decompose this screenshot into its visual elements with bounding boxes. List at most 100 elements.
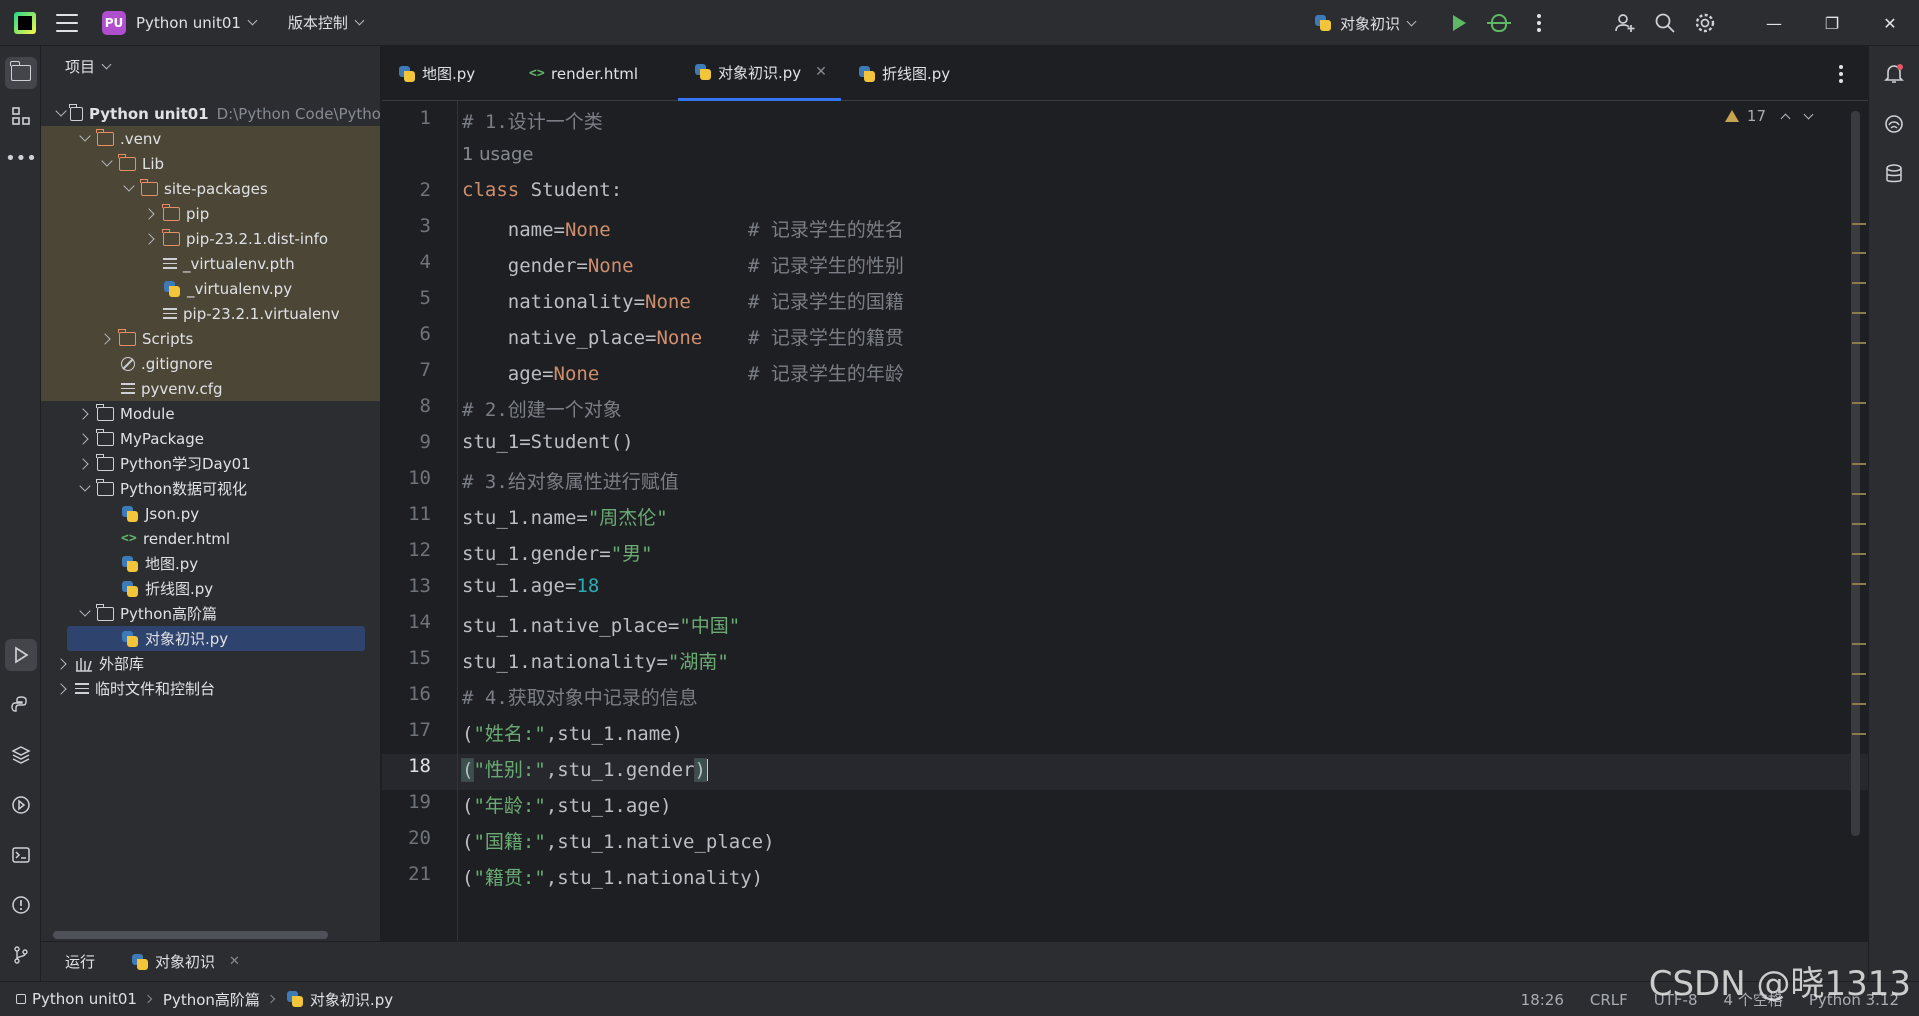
tab-options-button[interactable] [1839, 46, 1843, 101]
horizontal-scrollbar[interactable] [53, 931, 328, 939]
tree-item-lib[interactable]: Lib [41, 151, 380, 176]
tree-item-module[interactable]: Module [41, 401, 380, 426]
project-panel-header[interactable]: 项目 [41, 46, 380, 86]
tree-item-render-html[interactable]: <> render.html [41, 526, 380, 551]
warning-marker[interactable] [1852, 223, 1866, 225]
warning-marker[interactable] [1852, 252, 1866, 254]
collapse-arrow-icon[interactable] [55, 681, 71, 697]
structure-tool-button[interactable] [5, 100, 37, 132]
restore-button[interactable]: ❐ [1803, 0, 1861, 46]
expand-arrow-icon[interactable] [77, 606, 93, 622]
chevron-up-icon[interactable] [1780, 113, 1791, 123]
tab-map-py[interactable]: 地图.py [398, 46, 475, 101]
warning-marker[interactable] [1852, 282, 1866, 284]
warning-marker[interactable] [1852, 703, 1866, 705]
close-tab-icon[interactable]: ✕ [815, 64, 827, 80]
warning-marker[interactable] [1852, 553, 1866, 555]
collapse-arrow-icon[interactable] [55, 656, 71, 672]
tree-item-scratches[interactable]: 临时文件和控制台 [41, 676, 380, 701]
expand-arrow-icon[interactable] [77, 131, 93, 147]
tab-object-intro-py[interactable]: 对象初识.py ✕ [678, 46, 841, 101]
search-button[interactable] [1647, 5, 1683, 41]
notifications-button[interactable] [1878, 57, 1910, 89]
tree-item-line-chart-py[interactable]: 折线图.py [41, 576, 380, 601]
tree-item-root[interactable]: Python unit01 D:\Python Code\Pytho [41, 101, 380, 126]
tree-item-json-py[interactable]: Json.py [41, 501, 380, 526]
python-console-button[interactable] [5, 689, 37, 721]
tree-item-virtualenv-pth[interactable]: _virtualenv.pth [41, 251, 380, 276]
tab-line-chart-py[interactable]: 折线图.py [858, 46, 950, 101]
close-window-button[interactable]: ✕ [1861, 0, 1919, 46]
tree-item-scripts[interactable]: Scripts [41, 326, 380, 351]
tree-item-gitignore[interactable]: .gitignore [41, 351, 380, 376]
tree-item-python-day01[interactable]: Python学习Day01 [41, 451, 380, 476]
close-tab-icon[interactable]: ✕ [229, 954, 240, 969]
minimize-button[interactable]: — [1745, 0, 1803, 46]
tree-item-external-libs[interactable]: 外部库 [41, 651, 380, 676]
expand-arrow-icon[interactable] [55, 106, 66, 122]
warning-marker[interactable] [1852, 733, 1866, 735]
problems-tool-button[interactable] [5, 889, 37, 921]
warning-marker[interactable] [1852, 402, 1866, 404]
project-badge[interactable]: PU [102, 10, 126, 35]
usage-hint[interactable]: 1 usage [462, 144, 534, 165]
git-tool-button[interactable] [5, 939, 37, 971]
run-button[interactable] [1441, 5, 1477, 41]
debug-button[interactable] [1481, 5, 1517, 41]
warning-marker[interactable] [1852, 463, 1866, 465]
tree-item-pyvenv-cfg[interactable]: pyvenv.cfg [41, 376, 380, 401]
run-bar-label[interactable]: 运行 [65, 951, 95, 972]
run-config-selector[interactable]: 对象初识 [1314, 13, 1417, 34]
project-tool-button[interactable] [5, 57, 37, 89]
more-tools-button[interactable]: ••• [5, 142, 37, 174]
collapse-arrow-icon[interactable] [77, 456, 93, 472]
tree-item-venv[interactable]: .venv [41, 126, 380, 151]
collapse-arrow-icon[interactable] [77, 431, 93, 447]
tree-item-site-packages[interactable]: site-packages [41, 176, 380, 201]
inspection-widget[interactable]: 17 [1724, 107, 1814, 125]
breadcrumb-item[interactable]: Python高阶篇 [163, 989, 260, 1010]
line-separator[interactable]: CRLF [1590, 991, 1628, 1009]
expand-arrow-icon[interactable] [121, 181, 137, 197]
breadcrumb-item[interactable]: 对象初识.py [310, 989, 393, 1010]
collapse-arrow-icon[interactable] [77, 406, 93, 422]
breadcrumb-item[interactable]: Python unit01 [32, 990, 137, 1008]
layers-tool-button[interactable] [5, 739, 37, 771]
settings-button[interactable] [1687, 5, 1723, 41]
ai-assistant-button[interactable] [1878, 108, 1910, 140]
collapse-arrow-icon[interactable] [99, 331, 115, 347]
tree-item-python-advanced[interactable]: Python高阶篇 [41, 601, 380, 626]
run-tool-button[interactable] [5, 639, 37, 671]
tree-item-mypackage[interactable]: MyPackage [41, 426, 380, 451]
add-user-button[interactable] [1607, 5, 1643, 41]
expand-arrow-icon[interactable] [77, 481, 93, 497]
tree-item-pip-virtualenv[interactable]: pip-23.2.1.virtualenv [41, 301, 380, 326]
tree-item-pip[interactable]: pip [41, 201, 380, 226]
warning-marker[interactable] [1852, 312, 1866, 314]
warning-marker[interactable] [1852, 643, 1866, 645]
code-editor[interactable]: 1 2 3 4 5 6 7 8 9 10 11 12 13 14 15 16 1… [382, 101, 1868, 941]
project-switcher[interactable]: Python unit01 [136, 14, 258, 32]
collapse-arrow-icon[interactable] [143, 206, 159, 222]
main-menu-icon[interactable] [56, 13, 78, 32]
more-actions-button[interactable] [1521, 5, 1557, 41]
services-tool-button[interactable] [5, 789, 37, 821]
caret-position[interactable]: 18:26 [1521, 991, 1564, 1009]
terminal-tool-button[interactable] [5, 839, 37, 871]
collapse-arrow-icon[interactable] [143, 231, 159, 247]
vcs-menu[interactable]: 版本控制 [288, 12, 365, 33]
expand-arrow-icon[interactable] [99, 156, 115, 172]
chevron-down-icon[interactable] [1803, 109, 1814, 119]
run-tab[interactable]: 对象初识 ✕ [131, 951, 240, 972]
tab-render-html[interactable]: <> render.html [529, 46, 638, 101]
tree-item-map-py[interactable]: 地图.py [41, 551, 380, 576]
tree-item-python-dataviz[interactable]: Python数据可视化 [41, 476, 380, 501]
tree-item-virtualenv-py[interactable]: _virtualenv.py [41, 276, 380, 301]
warning-marker[interactable] [1852, 523, 1866, 525]
warning-marker[interactable] [1852, 583, 1866, 585]
database-button[interactable] [1878, 158, 1910, 190]
warning-marker[interactable] [1852, 342, 1866, 344]
tree-item-pip-dist-info[interactable]: pip-23.2.1.dist-info [41, 226, 380, 251]
warning-marker[interactable] [1852, 493, 1866, 495]
tree-item-object-intro-py[interactable]: 对象初识.py [67, 626, 365, 651]
